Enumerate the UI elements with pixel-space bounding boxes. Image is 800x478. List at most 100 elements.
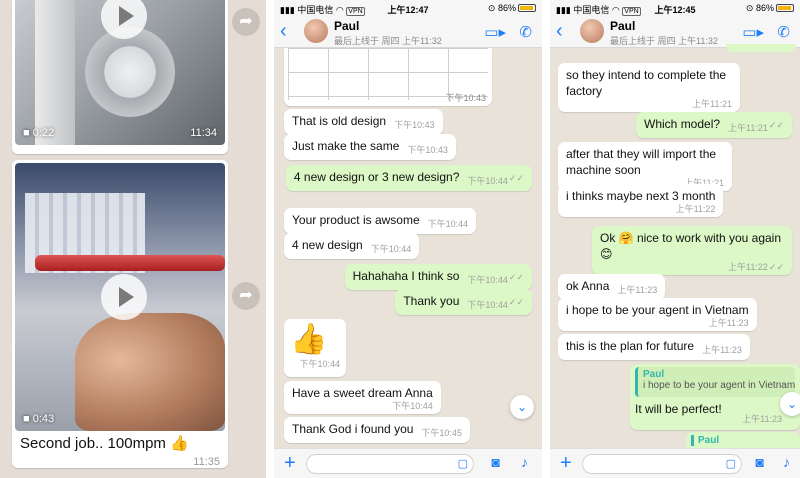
vpn-badge: VPN <box>346 7 365 16</box>
message-text: Thank you <box>403 294 460 308</box>
chat-panel: ▮▮▮ 中国电信 ◠ VPN 上午12:45 ⊙ 86% ‹ Paul 最后上线… <box>550 0 800 478</box>
video-thumbnail[interactable]: ■ 0:43 <box>15 163 225 431</box>
microphone-icon[interactable]: ♪ <box>783 454 790 470</box>
read-ticks-icon: ✓✓ <box>508 173 524 183</box>
quote-text: i hope to be your agent in Vietnam <box>643 380 795 391</box>
red-roller <box>35 255 225 271</box>
message-incoming[interactable]: Thank God i found you 下午10:45 <box>284 417 470 443</box>
video-message[interactable]: ■ 0:43 Second job.. 100mpm 👍 11:35 <box>12 160 228 468</box>
sticker-icon[interactable]: ▢ <box>726 457 736 470</box>
last-seen: 最后上线于 周四 上午11:32 <box>334 36 442 46</box>
message-text: after that they will import the machine … <box>566 147 717 177</box>
message-time: 下午10:44 <box>467 300 508 310</box>
message-outgoing[interactable]: Ok 🤗 nice to work with you again 😊 上午11:2… <box>592 226 792 275</box>
video-duration: 0:43 <box>32 413 55 425</box>
video-thumbnail[interactable]: ■ 0:22 11:34 <box>15 0 225 145</box>
message-time: 下午10:43 <box>394 120 435 130</box>
message-time: 下午10:43 <box>407 145 448 155</box>
message-incoming[interactable]: 4 new design 下午10:44 <box>284 233 420 259</box>
chat-panel: ▮▮▮ 中国电信 ◠ VPN 上午12:47 ⊙ 86% ‹ Paul 最后上线… <box>274 0 542 478</box>
message-time: 上午11:23 <box>742 414 782 424</box>
battery-icon <box>776 4 794 12</box>
quoted-message[interactable]: Paul i hope to be your agent in Vietnam <box>635 367 795 397</box>
read-ticks-icon: ✓✓ <box>768 262 784 272</box>
message-outgoing[interactable]: Thank you 下午10:44✓✓ <box>395 289 532 315</box>
message-text: Just make the same <box>292 139 400 153</box>
battery-icon <box>518 4 536 12</box>
message-text: Ok 🤗 nice to work with you again 😊 <box>600 231 782 261</box>
message-incoming[interactable]: this is the plan for future 上午11:23 <box>558 334 750 360</box>
contact-name[interactable]: Paul <box>334 19 359 33</box>
scroll-down-button[interactable]: ⌄ <box>510 395 534 419</box>
message-incoming[interactable]: Your product is awsome 下午10:44 <box>284 208 477 234</box>
video-call-icon[interactable]: ▭▸ <box>484 23 506 41</box>
alarm-icon: ⊙ <box>487 3 496 13</box>
message-incoming[interactable]: i hope to be your agent in Vietnam 上午11:2… <box>558 298 757 331</box>
phone-icon[interactable]: ✆ <box>777 23 790 41</box>
divider <box>266 0 274 478</box>
video-time: 11:35 <box>193 456 220 468</box>
message-time: 下午10:44 <box>467 275 508 285</box>
phone-icon[interactable]: ✆ <box>519 23 532 41</box>
camera-icon[interactable]: ◙ <box>756 454 764 470</box>
avatar[interactable] <box>580 19 604 43</box>
video-time: 11:34 <box>190 127 217 139</box>
video-call-icon[interactable]: ▭▸ <box>742 23 764 41</box>
operator-arm <box>75 313 225 431</box>
machine-roller <box>85 27 175 117</box>
read-ticks-icon: ✓✓ <box>508 297 524 307</box>
carrier: 中国电信 <box>573 5 610 15</box>
carrier: 中国电信 <box>297 5 334 15</box>
plus-icon[interactable]: + <box>284 452 296 475</box>
battery-percent: 86% <box>755 3 774 13</box>
avatar[interactable] <box>304 19 328 43</box>
message-input[interactable]: ▢ <box>306 454 474 474</box>
message-outgoing[interactable] <box>726 44 796 52</box>
read-ticks-icon: ✓✓ <box>508 272 524 282</box>
reply-message[interactable]: Paul i hope to be your agent in Vietnam … <box>630 364 800 430</box>
contact-name[interactable]: Paul <box>610 19 635 33</box>
camera-icon[interactable]: ◙ <box>492 454 500 470</box>
message-incoming[interactable]: Just make the same 下午10:43 <box>284 134 456 160</box>
machine-frame <box>35 0 75 145</box>
forward-icon[interactable]: ➦ <box>232 282 260 310</box>
battery-percent: 86% <box>497 3 516 13</box>
message-outgoing[interactable]: Hahahaha I think so 下午10:44✓✓ <box>344 264 532 290</box>
signal-icon: ▮▮▮ <box>280 5 295 15</box>
video-message[interactable]: ■ 0:22 11:34 <box>12 0 228 154</box>
plus-icon[interactable]: + <box>560 452 572 475</box>
scroll-down-button[interactable]: ⌄ <box>780 392 800 416</box>
message-incoming[interactable]: That is old design 下午10:43 <box>284 109 443 135</box>
composer: + ▢ ◙ ♪ <box>550 448 800 478</box>
message-time: 上午11:23 <box>702 345 742 355</box>
quote-author: Paul <box>643 369 665 380</box>
microphone-icon[interactable]: ♪ <box>521 454 528 470</box>
message-incoming[interactable]: i thinks maybe next 3 month 上午11:22 <box>558 184 724 217</box>
message-incoming[interactable]: so they intend to complete the factory 上午… <box>558 63 740 112</box>
read-ticks-icon: ✓✓ <box>768 120 784 130</box>
sticker-icon[interactable]: ▢ <box>458 457 468 470</box>
status-bar: ▮▮▮ 中国电信 ◠ VPN 上午12:45 ⊙ 86% <box>550 0 800 16</box>
message-incoming[interactable]: ok Anna 上午11:23 <box>558 274 666 300</box>
back-icon[interactable]: ‹ <box>280 20 287 42</box>
message-incoming[interactable]: 👍 下午10:44 <box>284 319 346 377</box>
message-time: 上午11:22✓✓ <box>600 260 784 273</box>
alarm-icon: ⊙ <box>745 3 754 13</box>
play-icon[interactable] <box>101 274 147 320</box>
message-incoming[interactable]: Have a sweet dream Anna 下午10:44 <box>284 381 441 414</box>
message-time: 下午10:44 <box>427 219 469 229</box>
composer: + ▢ ◙ ♪ <box>274 448 542 478</box>
image-message[interactable]: 下午10:43 <box>284 48 492 106</box>
message-outgoing[interactable]: Which model? 上午11:21✓✓ <box>636 112 792 138</box>
video-camera-icon: ■ <box>23 127 30 139</box>
signal-icon: ▮▮▮ <box>556 5 571 15</box>
message-text: Which model? <box>644 117 721 131</box>
status-time: 上午12:47 <box>387 5 429 15</box>
message-text: 4 new design <box>292 238 363 252</box>
message-time: 下午10:44 <box>370 244 412 254</box>
forward-icon[interactable]: ➦ <box>232 8 260 36</box>
back-icon[interactable]: ‹ <box>556 20 563 42</box>
message-input[interactable]: ▢ <box>582 454 742 474</box>
vpn-badge: VPN <box>622 7 641 16</box>
message-outgoing[interactable]: 4 new design or 3 new design? 下午10:44✓✓ <box>285 165 532 191</box>
